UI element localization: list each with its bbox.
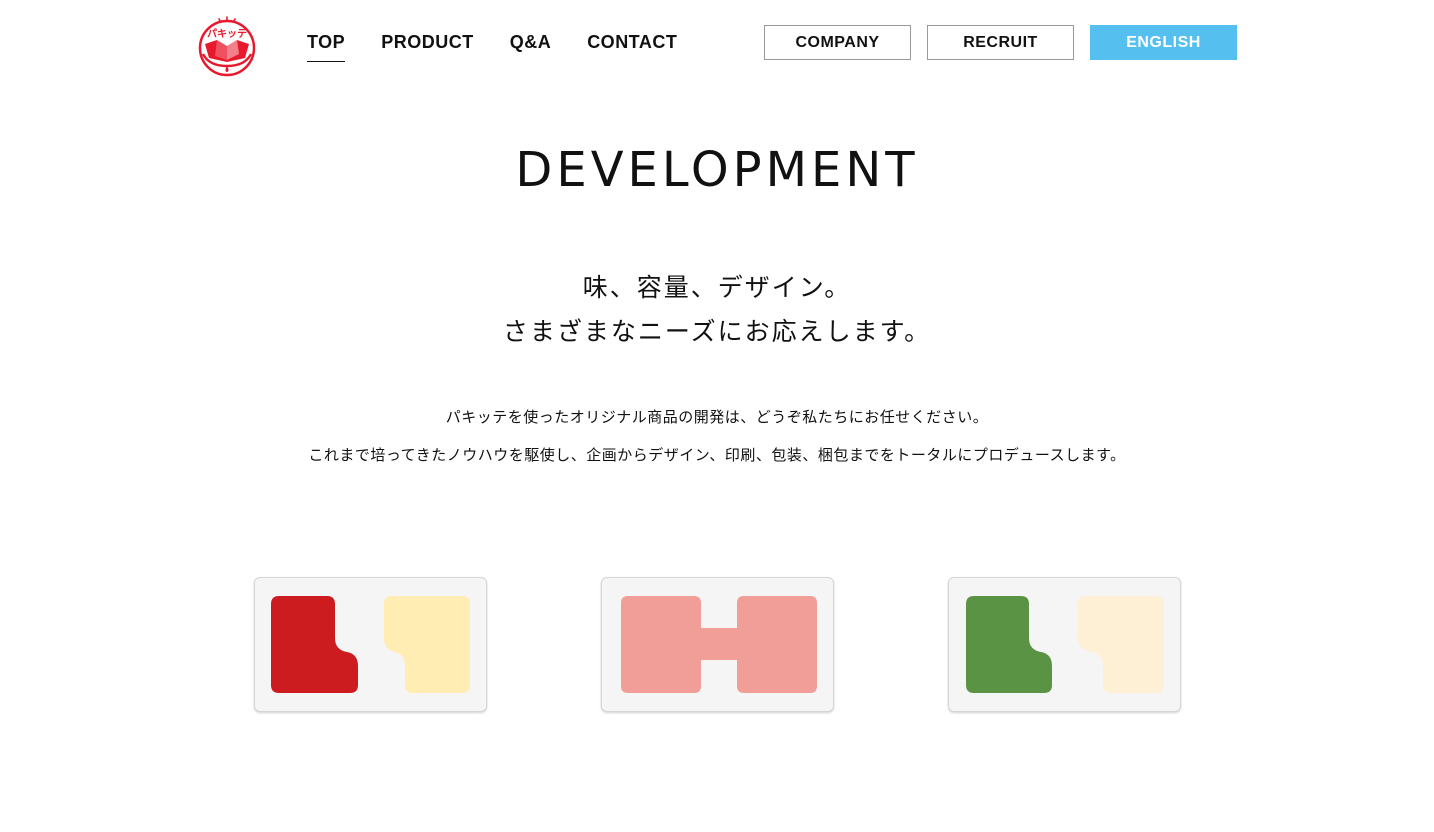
packet-card-3[interactable] (948, 577, 1181, 712)
english-button[interactable]: ENGLISH (1090, 25, 1237, 60)
nav-top[interactable]: TOP (307, 32, 346, 62)
intro-line-2: これまで培ってきたノウハウを駆使し、企画からデザイン、印刷、包装、梱包までをトー… (308, 446, 1126, 464)
intro-line-1: パキッテを使ったオリジナル商品の開発は、どうぞ私たちにお任せください。 (445, 408, 989, 426)
section-title: DEVELOPMENT (515, 142, 919, 198)
page: パキッテ TOP PRODUCT Q&A CONTACT COMPANY REC… (0, 0, 1434, 832)
site-header: パキッテ TOP PRODUCT Q&A CONTACT COMPANY REC… (0, 0, 1434, 90)
logo-text: パキッテ (207, 28, 247, 40)
intro-text: パキッテを使ったオリジナル商品の開発は、どうぞ私たちにお任せください。 これまで… (0, 398, 1434, 474)
nav-qa[interactable]: Q&A (510, 32, 552, 62)
pakitte-logo[interactable]: パキッテ (195, 14, 259, 78)
main-nav: TOP PRODUCT Q&A CONTACT (307, 32, 713, 62)
packet-illustration-2 (621, 596, 817, 693)
nav-product[interactable]: PRODUCT (381, 32, 474, 62)
recruit-button[interactable]: RECRUIT (927, 25, 1074, 60)
packet-card-2[interactable] (601, 577, 834, 712)
packet-card-1[interactable] (254, 577, 487, 712)
packet-illustration-3 (966, 596, 1164, 693)
headline-line-2: さまざまなニーズにお応えします。 (502, 317, 932, 346)
nav-contact[interactable]: CONTACT (587, 32, 677, 62)
headline: 味、容量、デザイン。 さまざまなニーズにお応えします。 (0, 266, 1434, 354)
headline-line-1: 味、容量、デザイン。 (582, 273, 852, 302)
packet-illustration-1 (271, 596, 470, 693)
company-button[interactable]: COMPANY (764, 25, 911, 60)
header-buttons: COMPANY RECRUIT ENGLISH (764, 25, 1237, 60)
